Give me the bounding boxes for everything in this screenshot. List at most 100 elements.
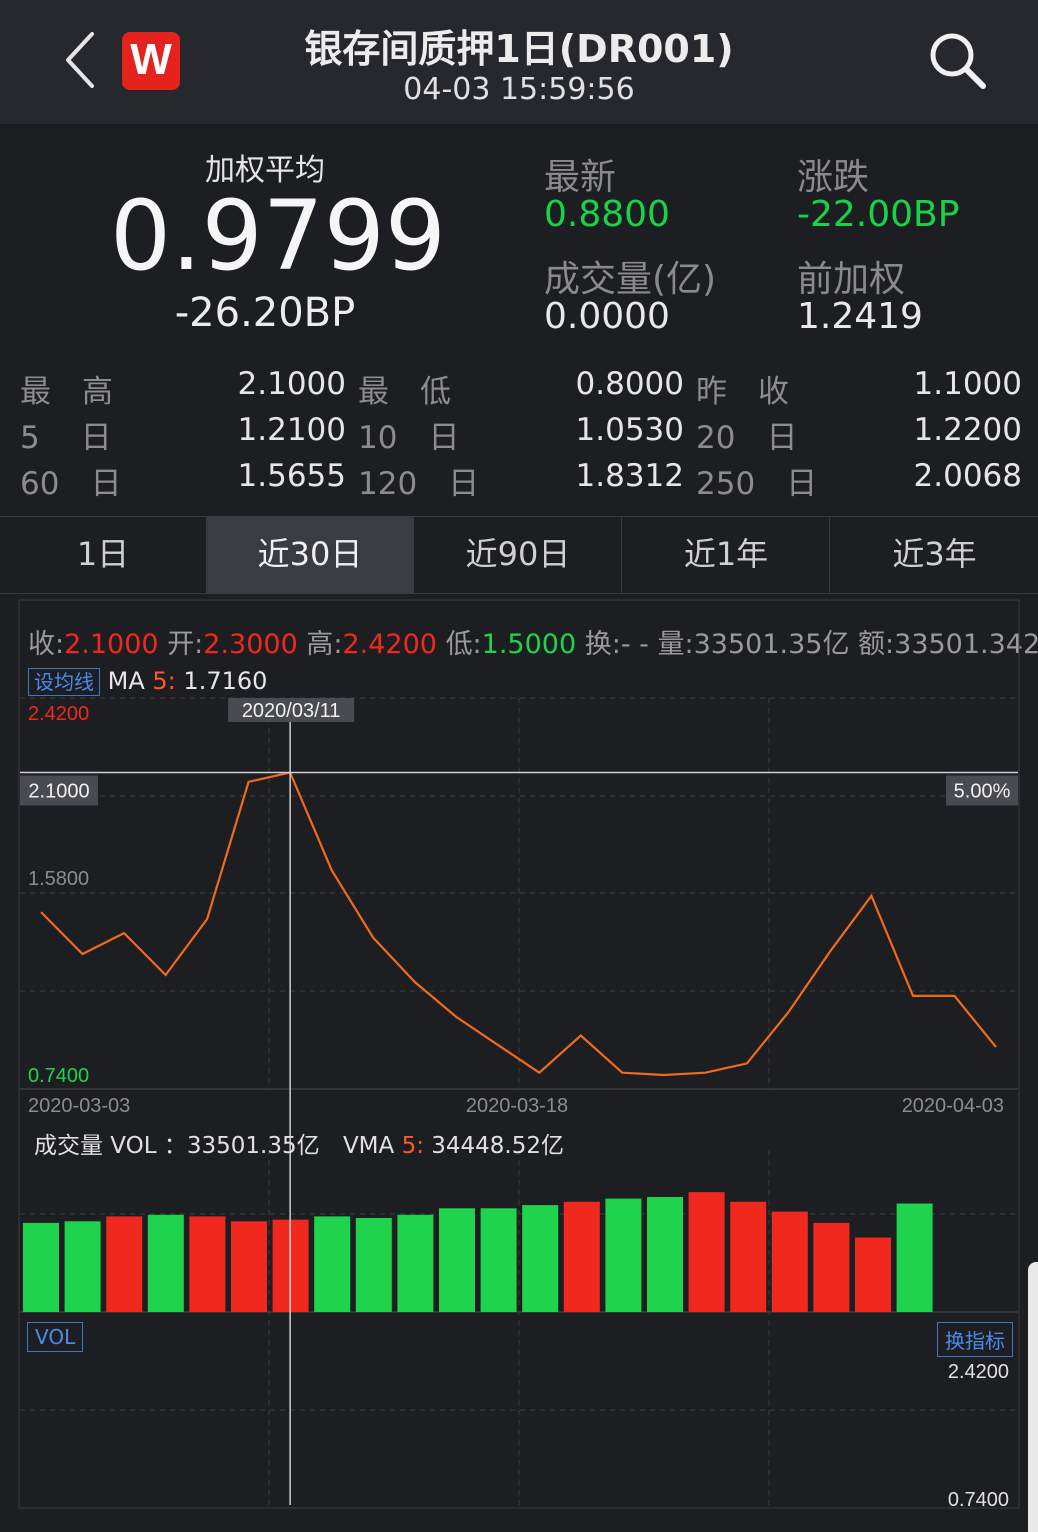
tab-1-day[interactable]: 1日 bbox=[0, 517, 207, 593]
ma-value: 1.7160 bbox=[183, 667, 268, 695]
latest-label: 最新 bbox=[544, 157, 617, 198]
volume-bar bbox=[397, 1214, 434, 1312]
vma-value: 34448.52亿 bbox=[431, 1133, 565, 1159]
close-label: 收: bbox=[28, 629, 65, 660]
ma-label: MA bbox=[107, 667, 145, 695]
volume-bar bbox=[480, 1208, 517, 1312]
stat-label: 250 日 bbox=[696, 466, 818, 502]
latest-value: 0.8800 bbox=[544, 194, 670, 235]
stats-row: 5 日 1.2100 10 日 1.0530 20 日 1.2200 bbox=[20, 412, 1022, 456]
open-label: 开: bbox=[167, 629, 204, 660]
volume-bar bbox=[771, 1211, 808, 1312]
low-label: 低: bbox=[445, 629, 482, 660]
chart-frame bbox=[18, 599, 1020, 1509]
turnover-label: 换:- - bbox=[584, 629, 649, 660]
price-line bbox=[40, 771, 997, 1077]
volume-info: 成交量 VOL ：33501.35亿 VMA 5: 34448.52亿 bbox=[34, 1133, 565, 1159]
volume-bar bbox=[605, 1198, 642, 1312]
tab-3-years[interactable]: 近3年 bbox=[831, 517, 1038, 593]
volume-bar bbox=[647, 1197, 683, 1312]
volume-text: 量:33501.35亿 bbox=[657, 629, 850, 660]
volume-bar bbox=[563, 1201, 600, 1312]
volume-bar bbox=[522, 1205, 559, 1312]
volume-bar bbox=[439, 1208, 475, 1312]
page-timestamp: 04-03 15:59:56 bbox=[403, 72, 635, 107]
change-value: -22.00BP bbox=[797, 194, 960, 235]
crosshair-price: 2.1000 bbox=[28, 780, 89, 802]
amount-text: 额:33501.3426亿 bbox=[858, 629, 1038, 660]
volume-value: 0.0000 bbox=[544, 296, 670, 337]
high-value: 2.4200 bbox=[342, 629, 437, 660]
weighted-average-change: -26.20BP bbox=[174, 290, 356, 336]
tab-1-year[interactable]: 近1年 bbox=[623, 517, 830, 593]
ma-period: 5 bbox=[152, 667, 168, 695]
crosshair: 2020/03/11 2.1000 5.00% bbox=[20, 698, 1018, 1505]
volume-bar bbox=[813, 1222, 850, 1312]
set-ma-button[interactable]: 设均线 bbox=[28, 668, 100, 696]
tab-90-days[interactable]: 近90日 bbox=[415, 517, 622, 593]
x-axis-label: 2020-04-03 bbox=[902, 1095, 1004, 1117]
volume-bar bbox=[855, 1237, 891, 1312]
stats-row: 60 日 1.5655 120 日 1.8312 250 日 2.0068 bbox=[20, 458, 1022, 502]
volume-bar bbox=[355, 1218, 392, 1312]
volume-bar bbox=[231, 1221, 267, 1312]
volume-bar bbox=[272, 1219, 309, 1312]
volume-bar bbox=[147, 1214, 184, 1312]
volume-bar bbox=[106, 1216, 143, 1312]
stat-value: 1.2200 bbox=[913, 412, 1022, 448]
switch-indicator-button[interactable]: 换指标 bbox=[937, 1322, 1013, 1357]
volume-bar bbox=[64, 1221, 101, 1312]
open-value: 2.3000 bbox=[203, 629, 298, 660]
stat-value: 1.2100 bbox=[237, 412, 346, 448]
search-icon[interactable] bbox=[925, 28, 989, 92]
crosshair-date: 2020/03/11 bbox=[242, 700, 341, 722]
prev-weighted-value: 1.2419 bbox=[797, 296, 923, 337]
stat-label: 最 低 bbox=[358, 374, 451, 410]
tab-30-days[interactable]: 近30日 bbox=[207, 517, 414, 593]
stat-value: 1.0530 bbox=[575, 412, 684, 448]
vol-button[interactable]: VOL bbox=[27, 1322, 84, 1352]
volume-label: 成交量(亿) bbox=[544, 259, 717, 300]
volume-bars bbox=[23, 1192, 933, 1312]
volume-bar bbox=[730, 1201, 767, 1312]
stat-value: 0.8000 bbox=[575, 366, 684, 402]
page-title: 银存间质押1日(DR001) bbox=[304, 27, 734, 71]
volume-axis-bottom-label: 0.7400 bbox=[948, 1489, 1009, 1511]
stat-value: 2.0068 bbox=[913, 458, 1022, 494]
stat-label: 昨 收 bbox=[696, 374, 789, 410]
x-axis-label: 2020-03-18 bbox=[466, 1095, 568, 1117]
period-tabs: 1日 近30日 近90日 近1年 近3年 bbox=[0, 516, 1038, 594]
crosshair-info: 收:2.1000 开:2.3000 高:2.4200 低:1.5000 换:- … bbox=[28, 622, 1038, 661]
vma-period: 5 bbox=[401, 1133, 417, 1159]
stat-label: 最 高 bbox=[20, 374, 113, 410]
change-label: 涨跌 bbox=[797, 157, 870, 198]
vma-label: VMA bbox=[342, 1133, 395, 1159]
stat-label: 20 日 bbox=[696, 420, 798, 456]
volume-bar bbox=[23, 1222, 59, 1312]
stat-value: 1.5655 bbox=[237, 458, 346, 494]
volume-bar bbox=[896, 1203, 933, 1312]
y-axis-label: 2.4200 bbox=[28, 703, 89, 725]
stat-value: 1.1000 bbox=[913, 366, 1022, 402]
chart-labels: 2.4200 1.5800 0.7400 2020-03-03 2020-03-18 20… bbox=[28, 703, 1009, 1511]
volume-bar bbox=[688, 1192, 725, 1312]
volume-bar bbox=[314, 1216, 351, 1312]
crosshair-price-tag bbox=[20, 775, 98, 806]
stat-label: 10 日 bbox=[358, 420, 460, 456]
crosshair-date-tag bbox=[228, 698, 355, 722]
stat-value: 1.8312 bbox=[575, 458, 684, 494]
stat-value: 2.1000 bbox=[237, 366, 346, 402]
ma-line: 设均线 MA 5: 1.7160 bbox=[28, 666, 268, 696]
low-value: 1.5000 bbox=[481, 629, 577, 660]
volume-bar bbox=[189, 1216, 226, 1312]
close-value: 2.1000 bbox=[64, 629, 159, 660]
stats-row: 最 高 2.1000 最 低 0.8000 昨 收 1.1000 bbox=[20, 366, 1022, 410]
volume-info-label: 成交量 VOL ：33501.35亿 bbox=[34, 1133, 320, 1159]
y-axis-label: 1.5800 bbox=[28, 868, 89, 890]
x-axis-label: 2020-03-03 bbox=[28, 1095, 130, 1117]
y-axis-label: 0.7400 bbox=[28, 1065, 89, 1087]
scroll-handle[interactable] bbox=[1028, 1262, 1038, 1532]
prev-weighted-label: 前加权 bbox=[797, 259, 906, 300]
crosshair-pct-tag bbox=[946, 775, 1018, 806]
stat-label: 5 日 bbox=[20, 420, 112, 456]
